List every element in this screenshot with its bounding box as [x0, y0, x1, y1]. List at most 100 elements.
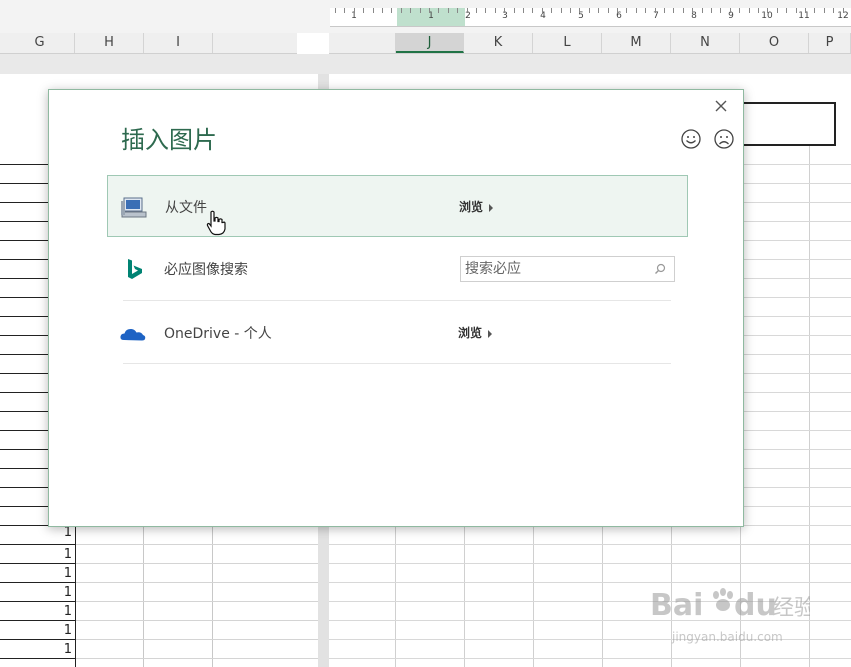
ruler-tick [429, 8, 430, 13]
ruler-tick [702, 8, 703, 13]
send-smile-button[interactable] [680, 128, 702, 150]
chevron-right-icon [488, 329, 493, 338]
frown-icon [714, 129, 734, 149]
bing-search-input[interactable] [465, 260, 645, 278]
ruler-tick [767, 8, 768, 13]
ruler-tick [485, 8, 486, 13]
ruler-tick [711, 8, 712, 13]
browse-label: 浏览 [459, 200, 484, 214]
onedrive-label: OneDrive - 个人 [164, 326, 272, 342]
dialog-title: 插入图片 [121, 126, 217, 154]
ruler-tick [335, 8, 336, 13]
watermark-brand: Bai [650, 588, 703, 623]
cell-value[interactable]: 1 [48, 585, 72, 600]
browse-label: 浏览 [458, 326, 483, 340]
ruler-tick [617, 8, 618, 13]
ruler-label: 3 [502, 11, 508, 21]
column-header-g[interactable]: G [5, 33, 75, 53]
horizontal-ruler: 1 1 2 3 4 5 6 7 8 9 10 11 12 [330, 8, 851, 27]
baidu-jingyan-watermark: Bai du 经验 jingyan.baidu.com [650, 588, 810, 644]
watermark-url: jingyan.baidu.com [671, 630, 783, 644]
ruler-tick [608, 8, 609, 13]
ruler-tick [532, 8, 533, 13]
onedrive-row[interactable]: OneDrive - 个人 浏览 [107, 302, 688, 364]
ruler-tick [692, 8, 693, 13]
bing-search-box[interactable] [460, 256, 675, 282]
ruler-tick [420, 8, 421, 13]
ruler-tick [777, 8, 778, 13]
ruler-tick [645, 8, 646, 13]
ruler-tick [720, 8, 721, 13]
cell-value[interactable]: 1 [48, 566, 72, 581]
ruler-tick [758, 8, 759, 13]
column-header-n[interactable]: N [671, 33, 740, 53]
ruler-tick [457, 8, 458, 13]
cell-value[interactable]: 1 [48, 547, 72, 562]
column-header-m[interactable]: M [602, 33, 671, 53]
onedrive-browse-link[interactable]: 浏览 [458, 324, 493, 341]
ruler-tick [476, 8, 477, 13]
ruler-tick [843, 8, 844, 13]
cell-value[interactable]: 1 [48, 604, 72, 619]
column-header-p[interactable]: P [809, 33, 851, 53]
ruler-tick [739, 8, 740, 13]
search-icon[interactable] [654, 263, 666, 275]
from-file-row[interactable]: 从文件 浏览 [107, 175, 688, 237]
ruler-tick [448, 8, 449, 13]
ruler-tick [636, 8, 637, 13]
ruler-tick [354, 8, 355, 13]
ruler-tick [495, 8, 496, 13]
ruler-tick [814, 8, 815, 13]
computer-icon [121, 197, 147, 218]
bing-image-search-row: 必应图像搜索 [107, 238, 688, 300]
ruler-tick [401, 8, 402, 13]
cell-value[interactable]: 1 [48, 642, 72, 657]
ruler-tick [382, 8, 383, 13]
close-button[interactable] [711, 96, 731, 116]
column-header-h[interactable]: H [75, 33, 144, 53]
ruler-tick [749, 8, 750, 13]
column-header-k[interactable]: K [464, 33, 533, 53]
ruler-tick [514, 8, 515, 13]
row-divider [123, 363, 671, 364]
bing-search-label: 必应图像搜索 [164, 262, 248, 278]
from-file-browse-link[interactable]: 浏览 [459, 198, 494, 215]
send-frown-button[interactable] [713, 128, 735, 150]
ruler-tick [673, 8, 674, 13]
ruler-label: 7 [653, 11, 659, 21]
paw-icon [713, 588, 733, 611]
ruler-tick [796, 8, 797, 13]
column-header-l[interactable]: L [533, 33, 602, 53]
ruler-tick [363, 8, 364, 13]
onedrive-icon [120, 328, 146, 341]
ruler-tick [504, 8, 505, 13]
bordered-cell [740, 102, 836, 146]
ruler-tick [598, 8, 599, 13]
hand-cursor-icon [206, 210, 226, 236]
ruler-tick [551, 8, 552, 13]
ruler-tick [373, 8, 374, 13]
cell-value[interactable]: 1 [48, 623, 72, 638]
ruler-tick [561, 8, 562, 13]
column-header-o[interactable]: O [740, 33, 809, 53]
ruler-tick [655, 8, 656, 13]
ruler-tick [730, 8, 731, 13]
ruler-tick [467, 8, 468, 13]
ruler-tick [833, 8, 834, 13]
ruler-tick [626, 8, 627, 13]
ruler-tick [786, 8, 787, 13]
ruler-tick [824, 8, 825, 13]
ruler-tick [589, 8, 590, 13]
cell-value[interactable]: 1 [48, 525, 72, 540]
column-header-i[interactable]: I [144, 33, 213, 53]
ruler-tick [683, 8, 684, 13]
column-header-j[interactable]: J [396, 33, 464, 53]
row-divider [123, 300, 671, 301]
ruler-tick [523, 8, 524, 13]
watermark-cn: 经验 [772, 596, 810, 621]
ruler-tick [579, 8, 580, 13]
watermark-brand-tail: du [734, 588, 777, 623]
ruler-tick [410, 8, 411, 13]
header-band [0, 54, 851, 74]
insert-picture-dialog: 插入图片 从文件 浏览 必应图像搜索 搜索必应 OneDrive - 个人 浏览 [48, 89, 744, 527]
